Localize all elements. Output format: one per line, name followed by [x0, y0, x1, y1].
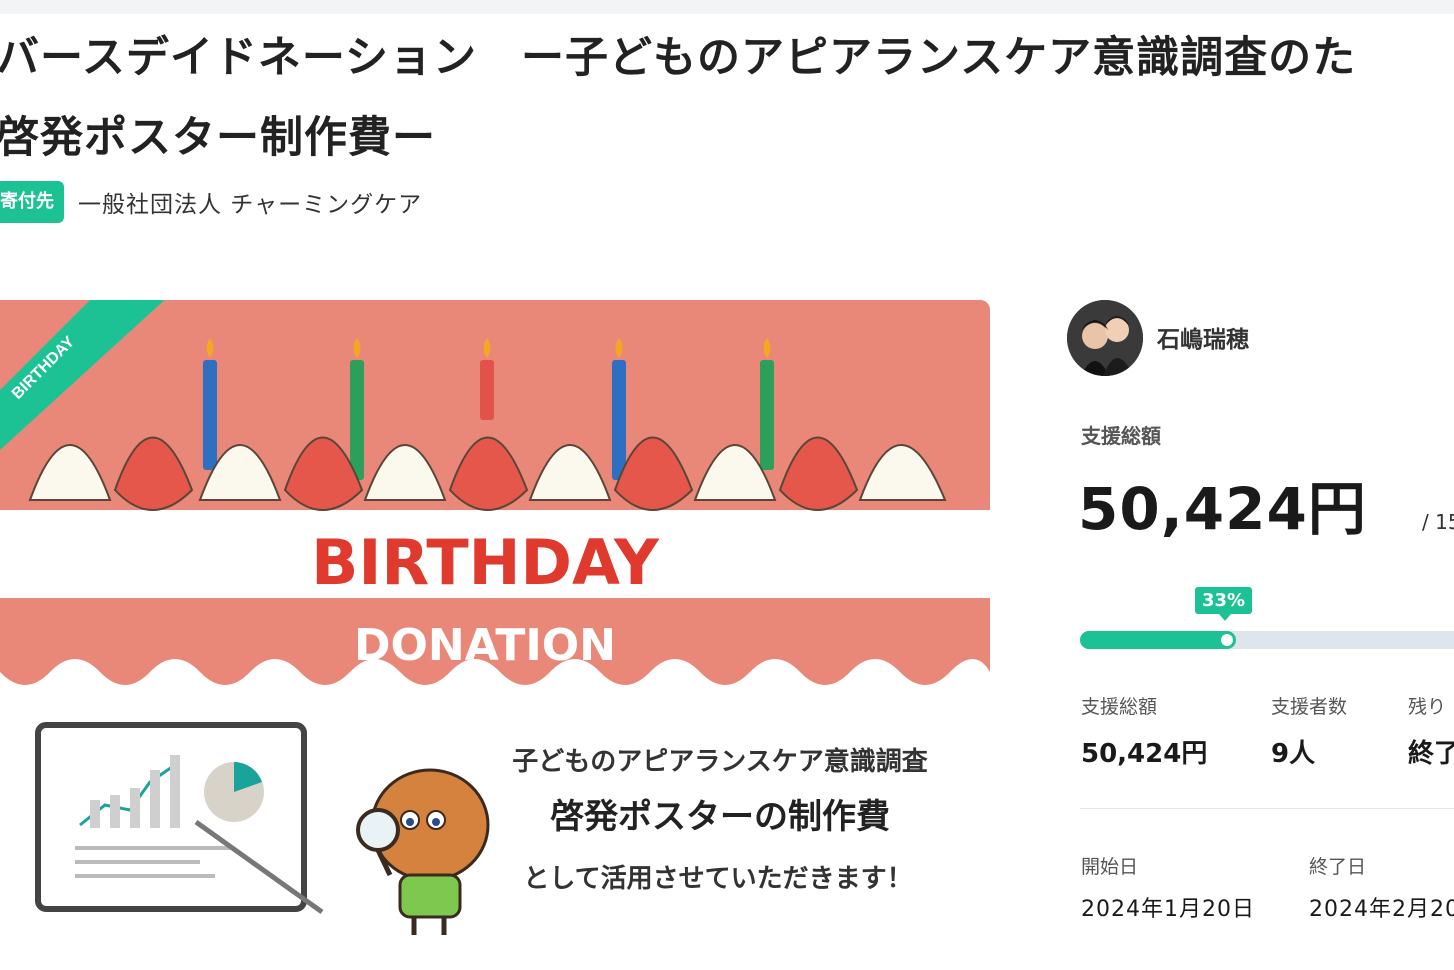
total-label: 支援総額: [1081, 424, 1161, 448]
start-date: 開始日 2024年1月20日: [1081, 852, 1255, 923]
hero-heading: BIRTHDAY: [311, 526, 660, 599]
hero-line2: 啓発ポスターの制作費: [550, 797, 890, 837]
owner-name[interactable]: 石嶋瑞穂: [1157, 320, 1249, 354]
progress-bar-fill: [1080, 631, 1236, 649]
progress-bar: [1080, 631, 1454, 649]
end-date: 終了日 2024年2月20: [1309, 852, 1454, 923]
start-date-value: 2024年1月20日: [1081, 897, 1255, 922]
owner-avatar[interactable]: [1067, 300, 1143, 376]
stat-supporters: 支援者数 9人: [1271, 692, 1347, 770]
cake-topping-illustration: [28, 436, 947, 511]
total-amount: 50,424円: [1078, 475, 1367, 543]
stat-total-label: 支援総額: [1081, 696, 1158, 718]
hero-line1: 子どものアピアランスケア意識調査: [512, 746, 927, 777]
hero-subheading: DONATION: [354, 620, 616, 671]
stat-remaining-value: 終了: [1408, 739, 1454, 769]
progress-bar-knob: [1221, 634, 1233, 646]
project-title-line2: 啓発ポスター制作費ー: [0, 113, 436, 163]
end-date-value: 2024年2月20: [1309, 897, 1454, 922]
stat-supporters-value: 9人: [1271, 739, 1316, 769]
stat-remaining: 残り 終了: [1408, 692, 1454, 770]
hero-image: BIRTHDAY BIRTHDAY DONATION 子どものアピアランスケア意…: [0, 300, 990, 970]
stat-total-value: 50,424円: [1081, 739, 1208, 769]
project-title: バースデイドネーション ー子どものアピアランスケア意識調査のた 啓発ポスター制作…: [0, 18, 1454, 178]
top-strip: [0, 0, 1454, 14]
hero-line3: として活用させていただきます！: [523, 864, 912, 894]
stat-remaining-label: 残り: [1408, 696, 1447, 718]
recipient-badge: 寄付先: [0, 181, 64, 223]
start-date-label: 開始日: [1081, 856, 1139, 878]
divider: [1080, 808, 1454, 809]
project-title-line1: バースデイドネーション ー子どものアピアランスケア意識調査のた: [0, 33, 1357, 83]
goal-amount: / 15: [1422, 510, 1454, 534]
chart-monitor-illustration: [35, 722, 324, 915]
end-date-label: 終了日: [1309, 856, 1367, 878]
recipient-org-link[interactable]: 一般社団法人 チャーミングケア: [78, 185, 422, 219]
recipient-row: 寄付先 一般社団法人 チャーミングケア: [0, 181, 422, 223]
stat-supporters-label: 支援者数: [1271, 696, 1348, 718]
progress-percent-badge: 33%: [1195, 587, 1253, 621]
stat-total: 支援総額 50,424円: [1081, 692, 1207, 770]
